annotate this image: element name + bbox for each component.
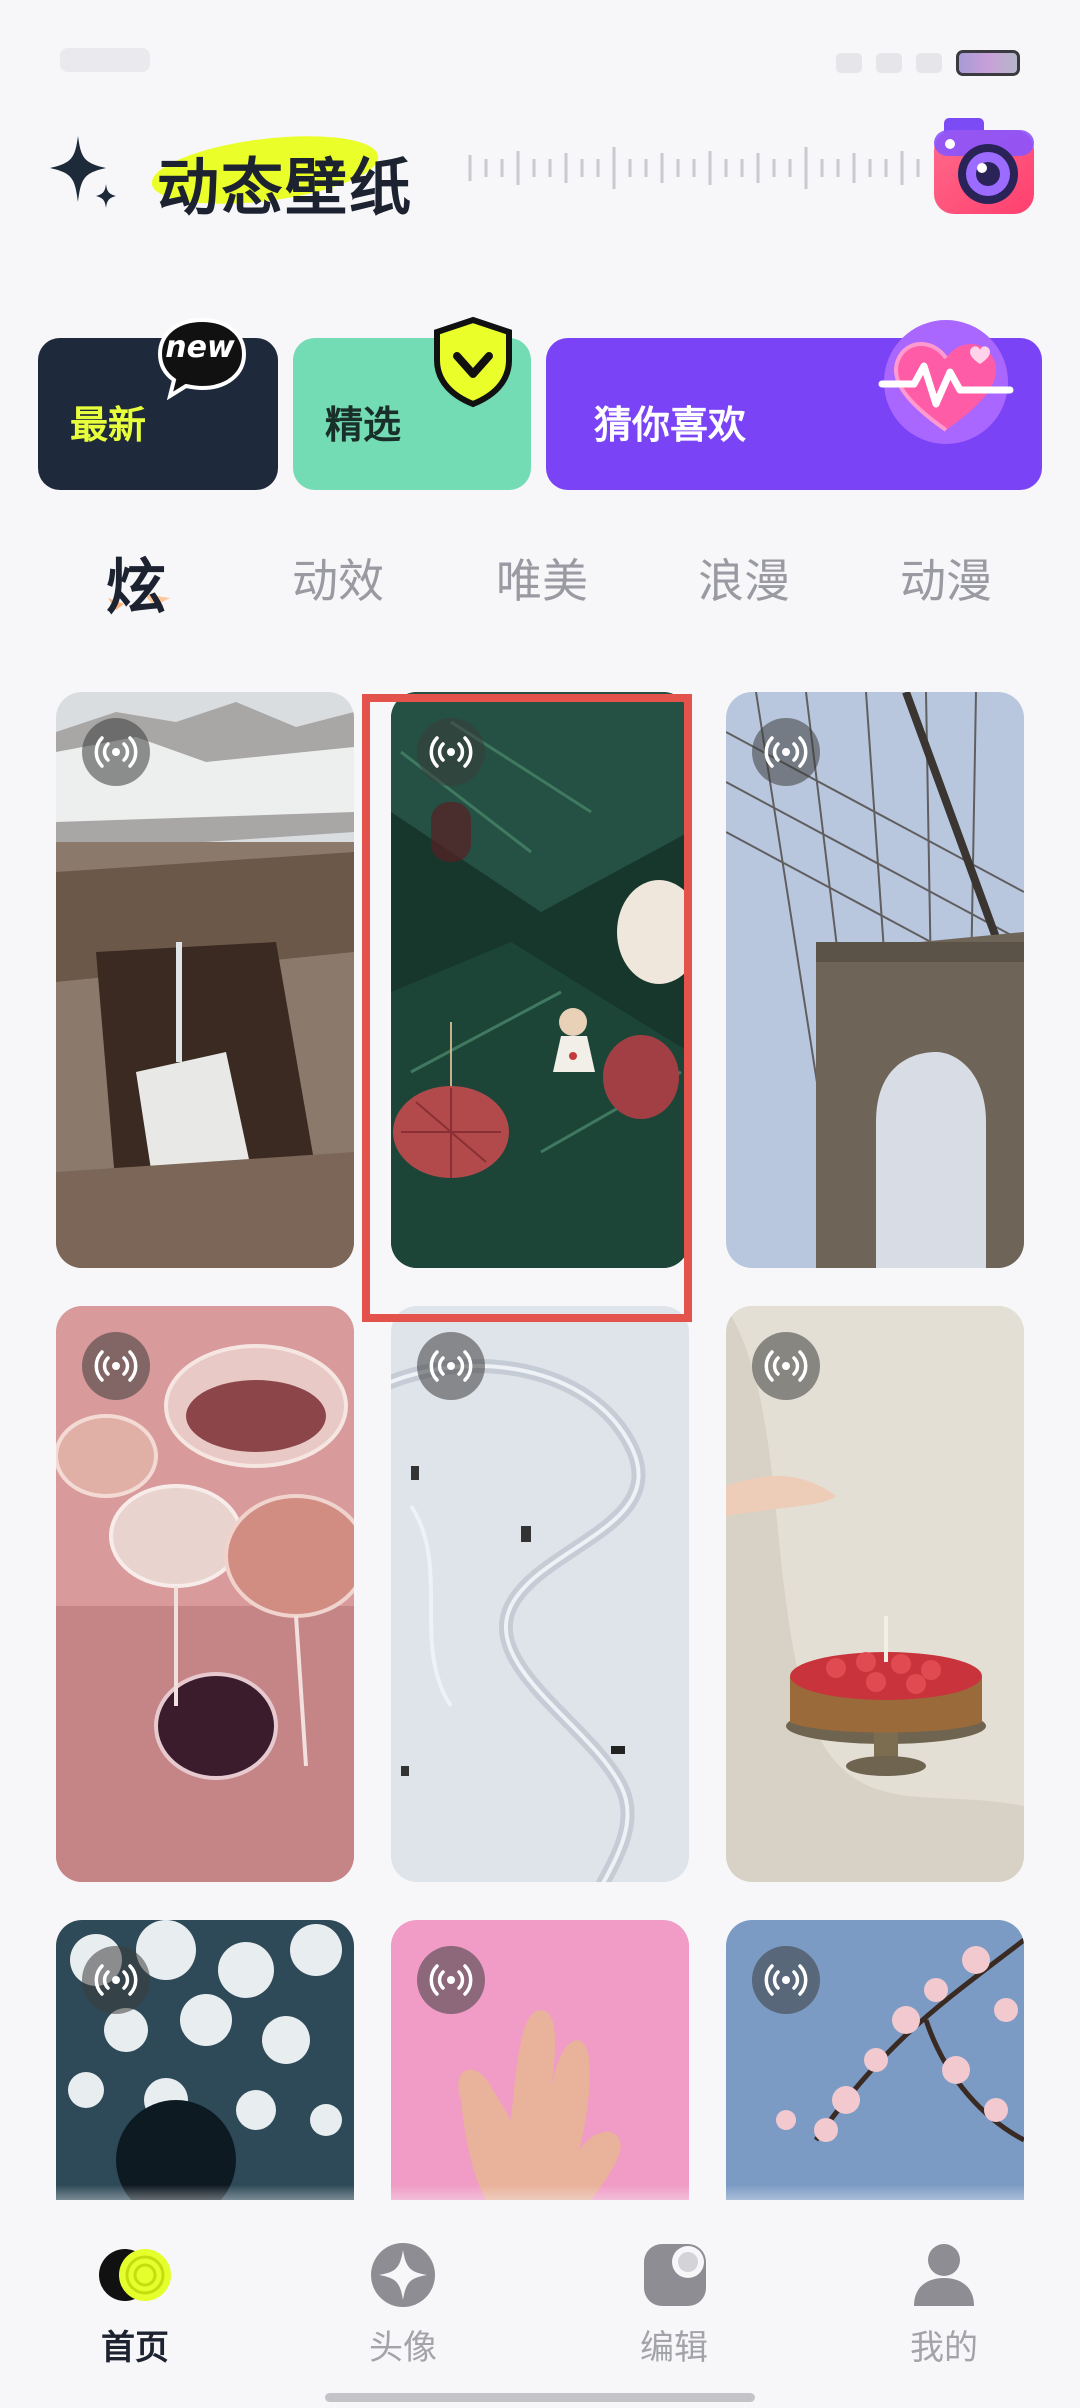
- live-wallpaper-icon: [82, 718, 150, 786]
- featured-card[interactable]: 精选: [293, 316, 531, 490]
- battery-icon: [956, 50, 1020, 76]
- status-icons: [836, 50, 1020, 76]
- nav-profile[interactable]: 我的: [864, 2240, 1024, 2369]
- wallpaper-tile[interactable]: [726, 1920, 1024, 2212]
- app-title: 动态壁纸: [157, 151, 414, 224]
- selected-wallpaper-outline: [362, 694, 692, 1322]
- new-badge: new: [156, 316, 248, 401]
- avatar-star-icon: [371, 2243, 435, 2307]
- live-wallpaper-icon: [752, 1946, 820, 2014]
- nav-home-label: 首页: [101, 2328, 169, 2368]
- ruler-decoration: [468, 147, 920, 189]
- status-bar: [0, 0, 1080, 110]
- nav-profile-label: 我的: [910, 2328, 978, 2368]
- camera-icon[interactable]: [930, 110, 1040, 220]
- wallpaper-tile[interactable]: [726, 692, 1024, 1268]
- guess-you-like-card[interactable]: 猜你喜欢: [546, 320, 1042, 490]
- live-wallpaper-icon: [417, 1332, 485, 1400]
- new-badge-text: new: [165, 330, 235, 365]
- sim-icon: [916, 53, 942, 73]
- wallpaper-tile[interactable]: [391, 1920, 689, 2212]
- home-icon: [99, 2249, 171, 2301]
- wallpaper-tile[interactable]: [391, 1306, 689, 1882]
- wallpaper-tile[interactable]: [56, 692, 354, 1268]
- live-wallpaper-icon: [752, 1332, 820, 1400]
- tab-dongman[interactable]: 动漫: [900, 545, 992, 611]
- header: 动态壁纸: [0, 105, 1080, 235]
- live-wallpaper-icon: [82, 1332, 150, 1400]
- live-wallpaper-icon: [417, 1946, 485, 2014]
- tab-dongxiao[interactable]: 动效: [292, 545, 384, 611]
- wallpaper-tile[interactable]: [726, 1306, 1024, 1882]
- nav-edit-label: 编辑: [640, 2328, 708, 2368]
- app-title-wrap: 动态壁纸: [145, 125, 425, 224]
- tab-langman[interactable]: 浪漫: [698, 545, 790, 611]
- wifi-icon: [876, 53, 902, 73]
- featured-label: 精选: [325, 403, 402, 447]
- home-indicator[interactable]: [325, 2393, 755, 2402]
- newest-label: 最新: [70, 403, 147, 447]
- live-wallpaper-icon: [82, 1946, 150, 2014]
- nav-edit[interactable]: 编辑: [594, 2240, 754, 2369]
- category-tabs: 炫 动效 唯美 浪漫 动漫: [0, 545, 1080, 635]
- nav-avatar-label: 头像: [369, 2328, 437, 2368]
- bottom-nav: 首页 头像 编辑 我的: [0, 2200, 1080, 2408]
- sparkle-icon: [50, 136, 116, 208]
- heart-pulse-icon: [878, 320, 1014, 444]
- status-time-blurred: [60, 48, 150, 72]
- tab-xuan[interactable]: 炫: [106, 539, 166, 626]
- nav-avatar[interactable]: 头像: [323, 2240, 483, 2369]
- newest-card[interactable]: 最新 new: [38, 317, 278, 490]
- signal-icon: [836, 53, 862, 73]
- wallpaper-tile[interactable]: [56, 1306, 354, 1882]
- tab-weimei[interactable]: 唯美: [496, 545, 588, 611]
- profile-icon: [914, 2244, 974, 2306]
- wallpaper-tile[interactable]: [56, 1920, 354, 2212]
- nav-home[interactable]: 首页: [55, 2240, 215, 2369]
- category-cards: 最新 new 精选 猜你喜欢: [38, 316, 1042, 490]
- shield-check-icon: [434, 316, 512, 408]
- live-wallpaper-icon: [752, 718, 820, 786]
- edit-moon-icon: [644, 2244, 706, 2306]
- guess-label: 猜你喜欢: [594, 403, 747, 447]
